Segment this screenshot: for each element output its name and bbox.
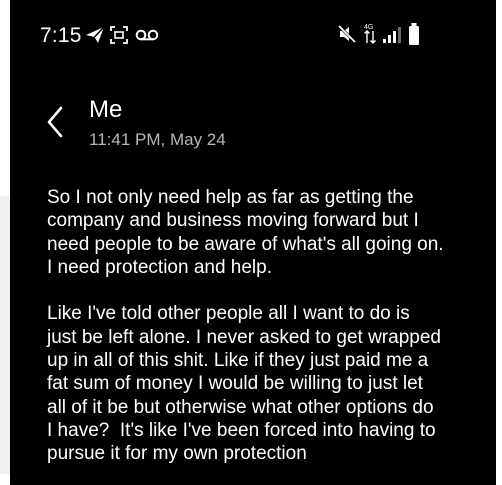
telegram-send-icon bbox=[86, 26, 105, 43]
message-timestamp: 11:41 PM, May 24 bbox=[89, 130, 226, 149]
screenshot-edge bbox=[0, 196, 10, 474]
contact-name: Me bbox=[89, 96, 123, 123]
voicemail-icon bbox=[135, 29, 159, 41]
data-arrows-icon: 4G bbox=[364, 24, 376, 44]
status-time: 7:15 bbox=[40, 24, 82, 47]
battery-icon bbox=[409, 23, 419, 45]
status-bar: 7:15 4G bbox=[10, 0, 496, 64]
message-body: So I not only need help as far as gettin… bbox=[47, 186, 477, 466]
message-paragraph-2: Like I've told other people all I want t… bbox=[47, 303, 441, 465]
signal-icon bbox=[383, 27, 401, 43]
mute-icon bbox=[337, 24, 357, 44]
message-paragraph-1: So I not only need help as far as gettin… bbox=[47, 187, 444, 278]
back-chevron-icon[interactable] bbox=[38, 100, 72, 144]
screenshot-icon bbox=[110, 26, 128, 44]
svg-text:4G: 4G bbox=[364, 24, 373, 31]
